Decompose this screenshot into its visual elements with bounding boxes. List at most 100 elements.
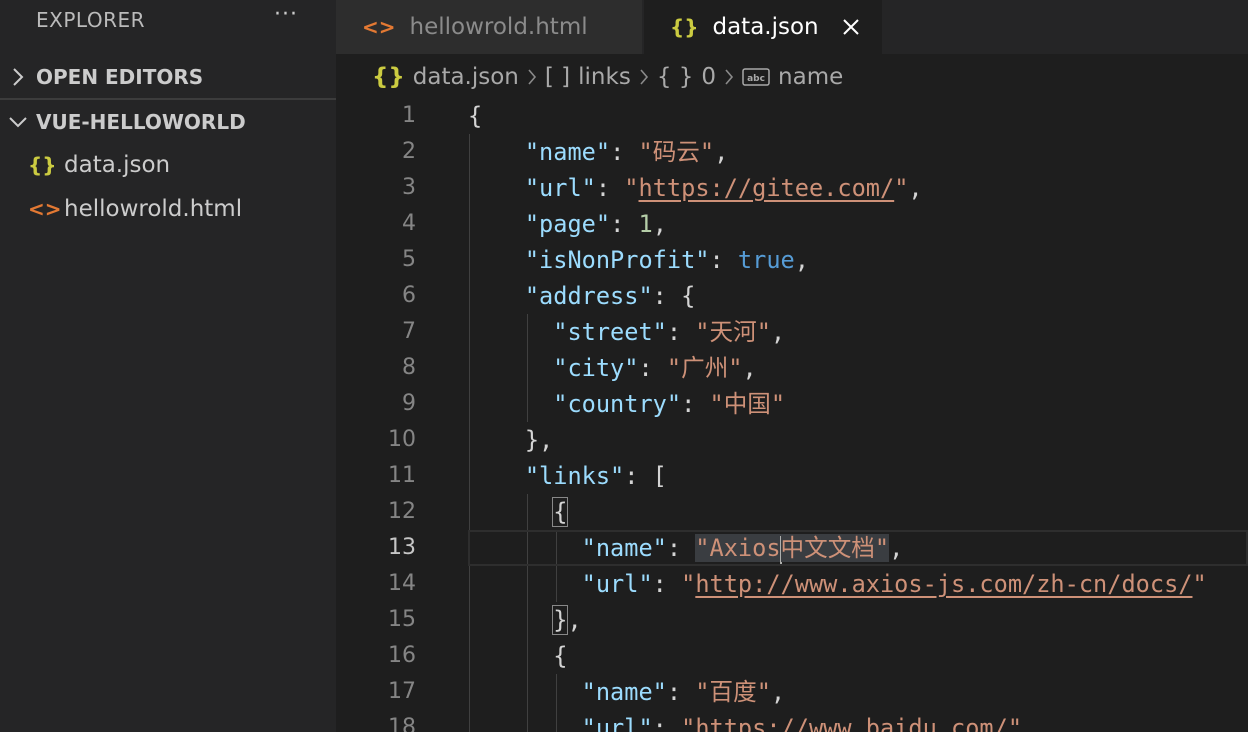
open-editors-label: OPEN EDITORS: [36, 65, 204, 89]
line-number: 5: [402, 247, 416, 272]
code-line[interactable]: 10 },: [336, 422, 1248, 458]
code-text: {: [468, 494, 569, 530]
code-line[interactable]: 13 "name": "Axios中文文档",: [336, 530, 1248, 566]
code-line[interactable]: 18 "url": "https://www.baidu.com/": [336, 710, 1248, 732]
punctuation: [468, 318, 553, 346]
tab-label: hellowrold.html: [409, 14, 588, 40]
breadcrumb-links[interactable]: [ ] links: [545, 64, 631, 90]
code-line[interactable]: 11 "links": [: [336, 458, 1248, 494]
punctuation: [468, 246, 525, 274]
code-text: "url": "https://www.baidu.com/": [468, 710, 1022, 732]
file-name: data.json: [64, 152, 171, 178]
code-line[interactable]: 17 "name": "百度",: [336, 674, 1248, 710]
json-key: "country": [553, 390, 682, 418]
code-text: "street": "天河",: [468, 314, 785, 350]
punctuation: [468, 462, 525, 490]
punctuation: :: [666, 318, 696, 346]
explorer-sidebar: EXPLORER ··· OPEN EDITORS VUE-HELLOWORLD…: [0, 0, 336, 732]
project-folder-section[interactable]: VUE-HELLOWORLD: [0, 101, 336, 143]
punctuation: [468, 354, 553, 382]
editor-tab-bar: <> hellowrold.html {} data.json: [336, 0, 1248, 54]
punctuation: [468, 282, 525, 310]
json-string: "百度": [695, 678, 771, 706]
punctuation: : {: [652, 282, 696, 310]
code-line[interactable]: 3 "url": "https://gitee.com/",: [336, 170, 1248, 206]
breadcrumb-index-label: 0: [701, 64, 717, 90]
json-file-icon: {}: [670, 15, 699, 39]
breadcrumb-file[interactable]: {} data.json: [372, 64, 519, 90]
line-number: 4: [402, 211, 416, 236]
code-text: "url": "https://gitee.com/",: [468, 170, 923, 206]
code-text: "name": "百度",: [468, 674, 785, 710]
file-item-hellowrold-html[interactable]: <> hellowrold.html: [0, 188, 336, 230]
string-icon: abc: [742, 67, 770, 87]
punctuation: :: [638, 354, 667, 382]
open-editors-section[interactable]: OPEN EDITORS: [0, 56, 336, 98]
code-line[interactable]: 4 "page": 1,: [336, 206, 1248, 242]
punctuation: :: [610, 210, 639, 238]
code-line[interactable]: 7 "street": "天河",: [336, 314, 1248, 350]
divider: [0, 98, 336, 100]
punctuation: : [: [624, 462, 667, 490]
punctuation: ,: [652, 210, 667, 238]
json-number: 1: [638, 210, 653, 238]
code-text: "url": "http://www.axios-js.com/zh-cn/do…: [468, 566, 1207, 602]
code-line[interactable]: 15 },: [336, 602, 1248, 638]
tab-data-json[interactable]: {} data.json: [644, 0, 882, 54]
close-icon[interactable]: [836, 12, 866, 42]
line-number: 17: [388, 679, 416, 704]
punctuation: :: [681, 390, 710, 418]
breadcrumb-name[interactable]: abc name: [742, 64, 843, 90]
punctuation: [468, 678, 582, 706]
code-line[interactable]: 16 {: [336, 638, 1248, 674]
punctuation: [468, 570, 582, 598]
json-key: "url": [524, 174, 596, 202]
file-name: hellowrold.html: [64, 196, 243, 222]
punctuation: [468, 138, 525, 166]
punctuation: ,: [908, 174, 923, 202]
json-key: "isNonProfit": [524, 246, 710, 274]
code-line[interactable]: 5 "isNonProfit": true,: [336, 242, 1248, 278]
code-line[interactable]: 6 "address": {: [336, 278, 1248, 314]
json-key: "links": [524, 462, 625, 490]
json-url: https://www.baidu.com/: [695, 714, 1008, 732]
code-text: "links": [: [468, 458, 667, 494]
matched-bracket: }: [552, 605, 569, 635]
line-number: 15: [388, 607, 416, 632]
json-key: "address": [524, 282, 653, 310]
selected-string: 中文文档": [780, 534, 890, 562]
code-line[interactable]: 14 "url": "http://www.axios-js.com/zh-cn…: [336, 566, 1248, 602]
matched-bracket: {: [552, 497, 569, 527]
array-icon: [ ]: [544, 64, 571, 90]
line-number: 2: [402, 139, 416, 164]
code-text: "isNonProfit": true,: [468, 242, 809, 278]
json-string: ": [1007, 714, 1023, 732]
code-line[interactable]: 1{: [336, 98, 1248, 134]
punctuation: [468, 498, 553, 526]
tab-hellowrold-html[interactable]: <> hellowrold.html: [336, 0, 642, 54]
code-line[interactable]: 12 {: [336, 494, 1248, 530]
json-string: "天河": [695, 318, 771, 346]
file-item-data-json[interactable]: {} data.json: [0, 144, 336, 186]
tab-label: data.json: [712, 14, 819, 40]
punctuation: {: [468, 642, 568, 670]
json-url: https://gitee.com/: [638, 174, 895, 202]
object-icon: { }: [656, 64, 694, 90]
json-key: "page": [524, 210, 611, 238]
code-editor[interactable]: 1{2 "name": "码云", 3 "url": "https://gitee…: [336, 98, 1248, 732]
line-number: 10: [388, 427, 416, 452]
code-line[interactable]: 8 "city": "广州",: [336, 350, 1248, 386]
code-line[interactable]: 9 "country": "中国": [336, 386, 1248, 422]
breadcrumb-index[interactable]: { } 0: [657, 64, 716, 90]
punctuation: ,: [770, 318, 786, 346]
svg-text:abc: abc: [747, 74, 765, 84]
code-line[interactable]: 2 "name": "码云",: [336, 134, 1248, 170]
line-number: 9: [402, 391, 416, 416]
punctuation: ,: [889, 534, 904, 562]
punctuation: ,: [770, 678, 786, 706]
punctuation: :: [666, 534, 696, 562]
json-string: ": [1192, 570, 1207, 598]
explorer-title: EXPLORER: [36, 8, 145, 32]
json-key: "city": [553, 354, 639, 382]
more-actions-icon[interactable]: ···: [274, 2, 298, 27]
